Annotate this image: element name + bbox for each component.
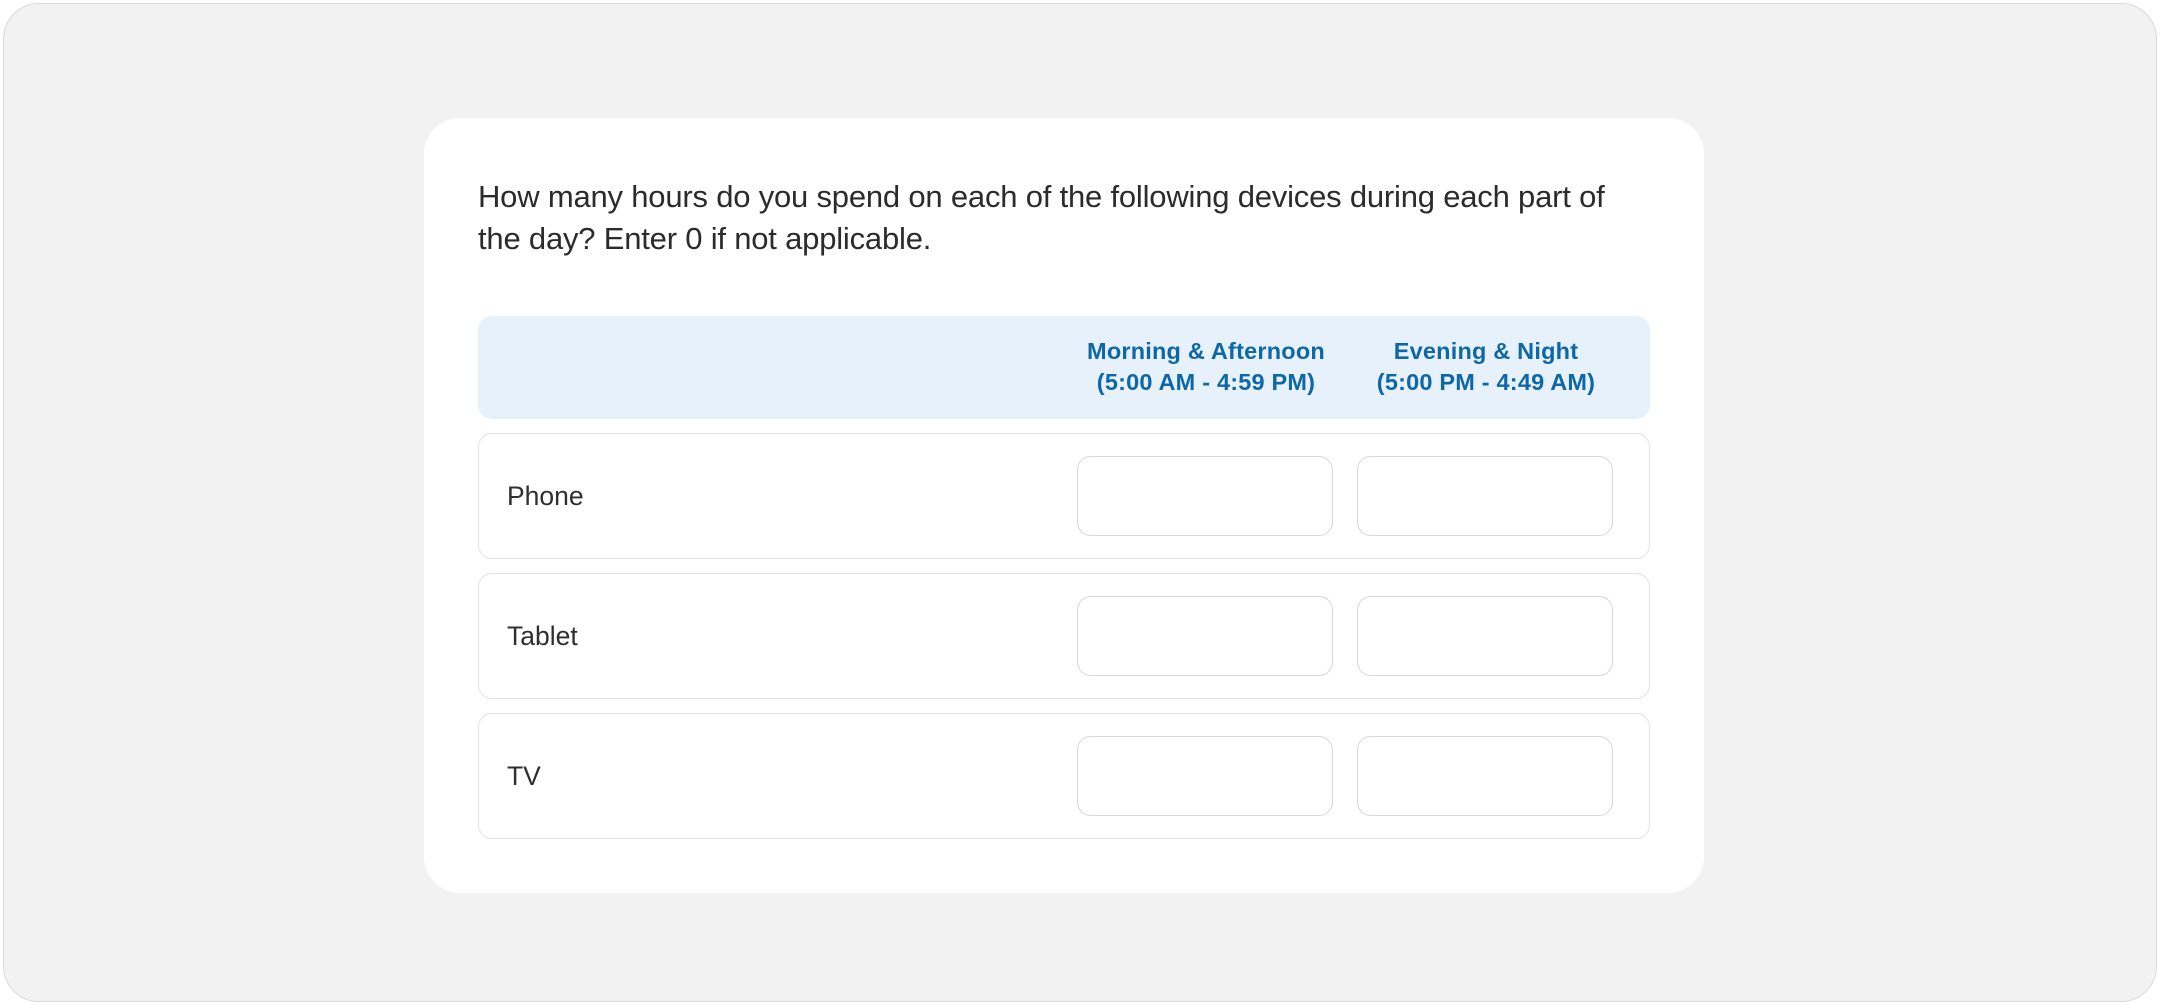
column-header-line2: (5:00 AM - 4:59 PM) <box>1097 369 1315 395</box>
column-header-line2: (5:00 PM - 4:49 AM) <box>1377 369 1595 395</box>
column-header-line1: Evening & Night <box>1394 338 1578 364</box>
grid-row-phone: Phone <box>478 433 1650 559</box>
row-label: Tablet <box>503 621 1065 652</box>
input-phone-evening[interactable] <box>1357 456 1613 536</box>
column-header-morning-afternoon: Morning & Afternoon (5:00 AM - 4:59 PM) <box>1066 336 1346 399</box>
cell <box>1065 456 1345 536</box>
page-frame: How many hours do you spend on each of t… <box>3 3 2157 1002</box>
cell <box>1345 456 1625 536</box>
column-header-evening-night: Evening & Night (5:00 PM - 4:49 AM) <box>1346 336 1626 399</box>
input-phone-morning[interactable] <box>1077 456 1333 536</box>
column-header-line1: Morning & Afternoon <box>1087 338 1325 364</box>
cell <box>1345 596 1625 676</box>
row-label: Phone <box>503 481 1065 512</box>
row-label: TV <box>503 761 1065 792</box>
cell <box>1345 736 1625 816</box>
question-text: How many hours do you spend on each of t… <box>478 176 1650 260</box>
header-spacer <box>502 336 1066 399</box>
input-tablet-morning[interactable] <box>1077 596 1333 676</box>
input-tv-morning[interactable] <box>1077 736 1333 816</box>
survey-card: How many hours do you spend on each of t… <box>424 118 1704 893</box>
grid-header-row: Morning & Afternoon (5:00 AM - 4:59 PM) … <box>478 316 1650 419</box>
input-tablet-evening[interactable] <box>1357 596 1613 676</box>
grid-row-tv: TV <box>478 713 1650 839</box>
input-tv-evening[interactable] <box>1357 736 1613 816</box>
cell <box>1065 736 1345 816</box>
grid-row-tablet: Tablet <box>478 573 1650 699</box>
cell <box>1065 596 1345 676</box>
